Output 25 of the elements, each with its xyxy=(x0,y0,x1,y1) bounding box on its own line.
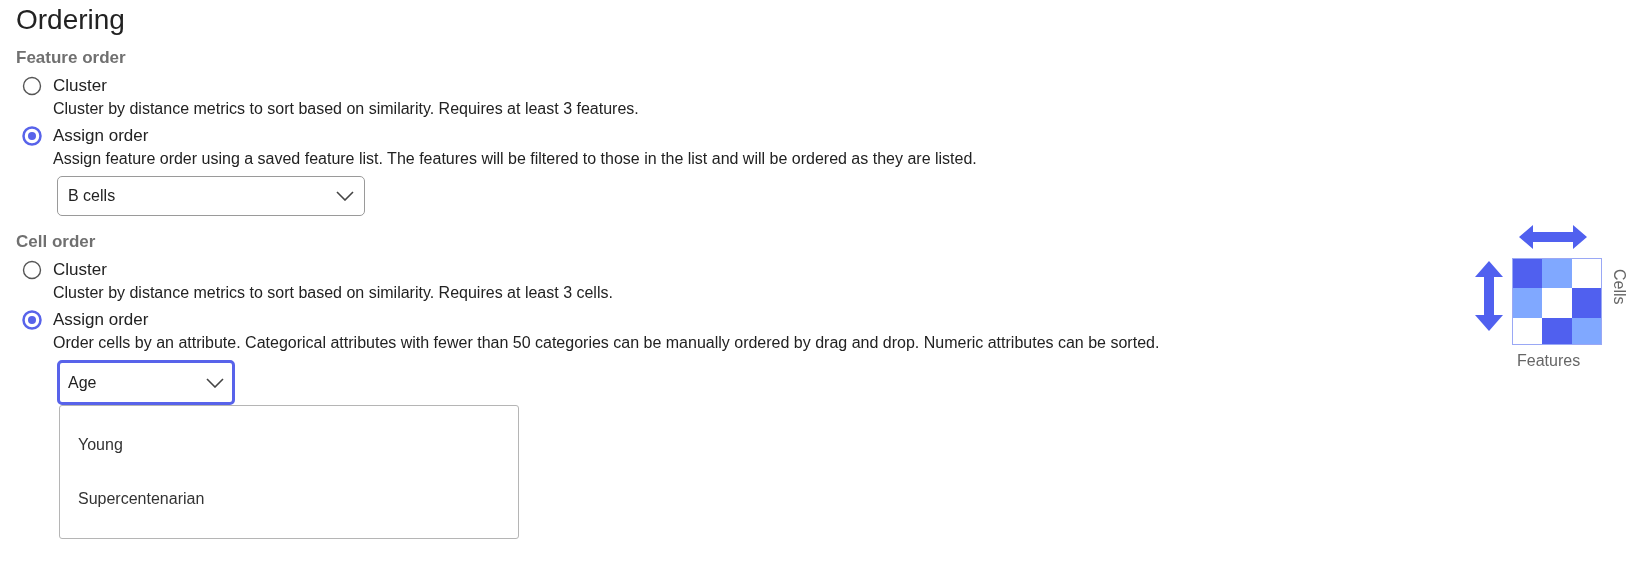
radio-button[interactable] xyxy=(22,76,42,96)
dropdown-option[interactable]: Young xyxy=(60,418,518,472)
radio-button[interactable] xyxy=(22,126,42,146)
option-label[interactable]: Assign order xyxy=(53,308,1160,332)
option-description: Cluster by distance metrics to sort based on similarity. Requires at least 3 features. xyxy=(53,99,639,119)
axis-label: Features xyxy=(1517,351,1581,371)
chevron-down-icon xyxy=(206,377,224,388)
page-title: Ordering xyxy=(16,3,126,37)
radio-button[interactable] xyxy=(22,260,42,280)
radio-button[interactable] xyxy=(22,310,42,330)
select-value: B cells xyxy=(68,186,116,206)
option-label[interactable]: Cluster xyxy=(53,258,613,282)
select-value: Age xyxy=(68,372,97,393)
dropdown-option[interactable]: Supercentenarian xyxy=(60,472,518,526)
chevron-down-icon xyxy=(336,191,354,201)
section-heading: Feature order xyxy=(16,47,127,69)
option-label[interactable]: Assign order xyxy=(53,124,977,148)
option-description: Order cells by an attribute. Categorical attributes with fewer than 50 categories can be manually ordered by drag and drop. Numeric attributes can be sorted. xyxy=(53,333,1160,353)
option-description: Cluster by distance metrics to sort based on similarity. Requires at least 3 cells. xyxy=(53,283,613,303)
option-label[interactable]: Cluster xyxy=(53,74,639,98)
dropdown-select[interactable]: Age xyxy=(57,360,235,405)
dropdown-select[interactable]: B cells xyxy=(57,176,365,216)
section-heading: Cell order xyxy=(16,231,97,253)
axis-label: Cells xyxy=(1610,269,1629,305)
option-description: Assign feature order using a saved feature list. The features will be filtered to those in the list and will be ordered as they are listed. xyxy=(53,149,977,169)
